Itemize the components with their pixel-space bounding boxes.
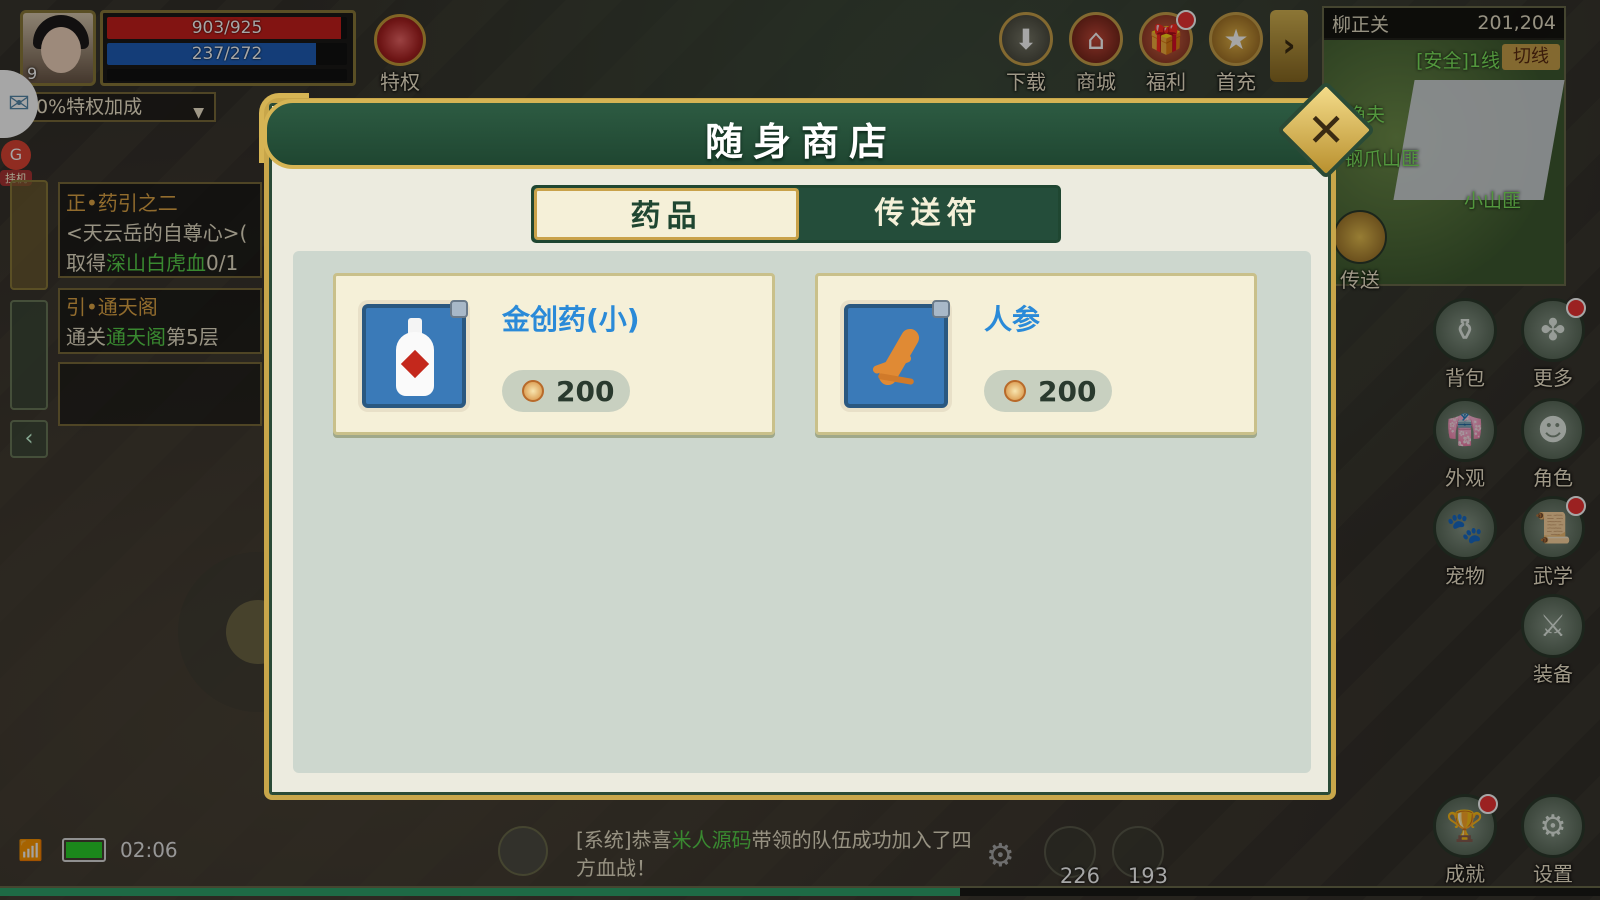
item-name: 人参 xyxy=(984,303,1041,336)
ginseng-icon xyxy=(862,320,932,394)
lock-icon xyxy=(450,300,468,318)
item-name: 金创药(小) xyxy=(502,303,640,336)
item-price: 200 xyxy=(502,370,630,412)
lock-icon xyxy=(932,300,950,318)
coin-icon xyxy=(522,380,544,402)
tab-medicine[interactable]: 药品 xyxy=(534,188,799,240)
close-icon: ✕ xyxy=(1306,102,1346,157)
dialog-title: 随身商店 xyxy=(704,119,897,164)
medicine-bottle-icon xyxy=(396,318,434,398)
shop-item-card[interactable]: 人参 200 xyxy=(815,273,1257,435)
item-slot xyxy=(362,300,468,408)
item-slot xyxy=(844,300,950,408)
shop-item-card[interactable]: 金创药(小) 200 xyxy=(333,273,775,435)
shop-tabs: 药品 传送符 xyxy=(531,185,1061,243)
portable-shop-dialog: 随身商店 ✕ 药品 传送符 金创药(小) 200 人参 200 xyxy=(259,80,1376,800)
decorative-corner xyxy=(259,93,309,163)
item-list-panel: 金创药(小) 200 人参 200 xyxy=(293,251,1311,773)
dialog-header: 随身商店 xyxy=(263,99,1339,169)
item-price: 200 xyxy=(984,370,1112,412)
tab-teleport-scroll[interactable]: 传送符 xyxy=(799,188,1058,240)
coin-icon xyxy=(1004,380,1026,402)
